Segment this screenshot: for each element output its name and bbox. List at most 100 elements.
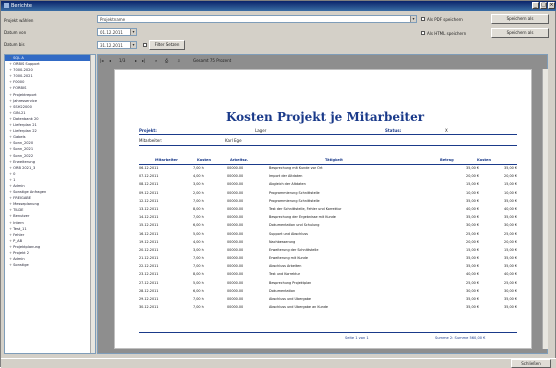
- table-cell: 06.12.2011: [139, 166, 159, 170]
- table-cell: Dokumentation: [269, 288, 296, 293]
- table-cell: Besprechung mit Kunde vor Ort: [269, 166, 323, 170]
- table-cell: 3,00 h: [193, 247, 204, 252]
- table-row: 15.12.2011 6,00 h 00000.00 Dokumentation un…: [139, 223, 517, 231]
- table-cell: 35,00 €: [466, 305, 479, 310]
- table-cell: 15,00 €: [504, 247, 517, 252]
- table-cell: 00000.00: [227, 231, 244, 236]
- footer-divider: [139, 332, 517, 333]
- viewer-scrollbar[interactable]: [542, 69, 548, 349]
- minimize-button[interactable]: _: [532, 2, 539, 9]
- export-icon[interactable]: ⇩: [177, 58, 180, 63]
- table-row: 12.12.2011 7,00 h 00000.00 Programmierung S…: [139, 199, 517, 207]
- table-cell: 20,00 €: [504, 239, 517, 244]
- table-row: 14.12.2011 7,00 h 00000.00 Besprechung der …: [139, 215, 517, 223]
- table-cell: 35,00 €: [504, 264, 517, 269]
- table-cell: Abschluss und Übergabe: [269, 297, 312, 301]
- table-cell: 20,00 €: [504, 174, 517, 179]
- table-cell: 21.12.2011: [139, 256, 159, 261]
- table-cell: Support und Abschluss: [269, 231, 308, 236]
- table-cell: 19.12.2011: [139, 239, 159, 244]
- table-cell: Besprechung der Ergebnisse mit Kunde: [269, 215, 336, 220]
- prev-page-icon[interactable]: ◂: [109, 58, 111, 63]
- table-cell: 3,00 h: [193, 182, 204, 187]
- filter-button[interactable]: Filter Setzen: [149, 40, 185, 50]
- table-cell: 00000.00: [227, 272, 244, 277]
- table-cell: 07.12.2011: [139, 174, 159, 179]
- print-icon[interactable]: ⎙: [165, 58, 168, 63]
- table-cell: Erweiterung der Schnittstelle: [269, 247, 319, 252]
- table-cell: 35,00 €: [504, 166, 517, 170]
- table-cell: 5,00 h: [193, 231, 204, 236]
- pdf-checkbox[interactable]: [421, 17, 425, 21]
- table-cell: 25,00 €: [504, 231, 517, 236]
- footer-page: Seite 1 von 1: [345, 336, 369, 340]
- table-cell: 35,00 €: [466, 256, 479, 261]
- last-page-icon[interactable]: ▸|: [142, 58, 145, 63]
- project-tree: SQL AORBIS Support7000-20207000-2021F000…: [4, 54, 96, 354]
- table-cell: 7,00 h: [193, 297, 204, 301]
- status-header: Status:: [385, 128, 401, 133]
- tree-item[interactable]: Sonstige: [5, 262, 95, 268]
- status-value: X: [445, 128, 448, 133]
- save-as-button-2[interactable]: Speichern als: [491, 28, 549, 38]
- table-cell: 00000.00: [227, 182, 244, 187]
- next-page-icon[interactable]: ▸: [135, 58, 137, 63]
- filter-checkbox[interactable]: [143, 43, 147, 47]
- datum-bis-field[interactable]: 31.12.2011 ▾: [97, 41, 137, 49]
- chevron-down-icon[interactable]: ▾: [410, 16, 416, 22]
- save-as-button-1[interactable]: Speichern als: [491, 14, 549, 24]
- table-cell: 12.12.2011: [139, 198, 159, 203]
- table-cell: 20,00 €: [466, 174, 479, 179]
- table-cell: 08.12.2011: [139, 182, 159, 187]
- maximize-button[interactable]: □: [540, 2, 547, 9]
- projekt-header-label: Projekt:: [139, 128, 157, 133]
- calendar-icon[interactable]: ▾: [130, 42, 136, 48]
- datum-von-value: 01.12.2011: [100, 30, 123, 35]
- table-cell: 00000.00: [227, 264, 244, 269]
- column-header: Tätigkeit: [325, 158, 343, 162]
- table-cell: 30,00 €: [466, 223, 479, 228]
- report-table: 06.12.2011 7,00 h 00000.00 Besprechung mit …: [139, 166, 517, 313]
- table-cell: 20.12.2011: [139, 247, 159, 252]
- table-cell: 09.12.2011: [139, 190, 159, 195]
- table-cell: 00000.00: [227, 305, 244, 310]
- table-cell: Erweiterung mit Kunde: [269, 256, 308, 261]
- datum-von-field[interactable]: 01.12.2011 ▾: [97, 28, 137, 36]
- table-cell: 30,00 €: [466, 288, 479, 293]
- table-cell: 40,00 €: [466, 272, 479, 277]
- table-cell: 10,00 €: [504, 190, 517, 195]
- table-cell: 00000.00: [227, 223, 244, 228]
- table-cell: 35,00 €: [504, 198, 517, 203]
- table-row: 06.12.2011 7,00 h 00000.00 Besprechung mit …: [139, 166, 517, 174]
- page-indicator: 1/3: [119, 58, 126, 63]
- projekt-select[interactable]: Projektname ▾: [97, 15, 417, 23]
- tree-scrollbar[interactable]: [90, 55, 95, 353]
- table-cell: Programmierung Schnittstelle: [269, 198, 320, 203]
- table-cell: 00000.00: [227, 297, 244, 301]
- calendar-icon[interactable]: ▾: [130, 29, 136, 35]
- table-cell: 7,00 h: [193, 256, 204, 261]
- table-row: 20.12.2011 3,00 h 00000.00 Erweiterung der …: [139, 248, 517, 256]
- table-cell: 6,00 h: [193, 223, 204, 228]
- close-button[interactable]: ×: [548, 2, 555, 9]
- table-cell: 00000.00: [227, 190, 244, 195]
- html-checkbox[interactable]: [421, 31, 425, 35]
- table-cell: 8,00 h: [193, 272, 204, 277]
- table-cell: 15,00 €: [504, 182, 517, 187]
- table-header-divider: [139, 164, 517, 165]
- table-cell: 7,00 h: [193, 198, 204, 203]
- table-cell: 25,00 €: [466, 280, 479, 285]
- table-cell: 00000.00: [227, 256, 244, 261]
- title-bar: Berichte _ □ ×: [1, 1, 556, 11]
- table-row: 23.12.2011 8,00 h 00000.00 Test und Korrekt…: [139, 272, 517, 280]
- table-cell: 29.12.2011: [139, 297, 159, 301]
- column-header: Kosten: [477, 158, 492, 162]
- table-cell: 4,00 h: [193, 239, 204, 244]
- column-header: Kosten: [197, 158, 212, 162]
- table-cell: Abschluss Arbeiten: [269, 264, 302, 269]
- window-controls: _ □ ×: [532, 2, 555, 9]
- zoom-indicator: Gesamt 75 Prozent: [193, 58, 232, 63]
- first-page-icon[interactable]: |◂: [100, 58, 103, 63]
- search-icon[interactable]: ⌕: [155, 58, 157, 63]
- header-divider: [139, 134, 517, 135]
